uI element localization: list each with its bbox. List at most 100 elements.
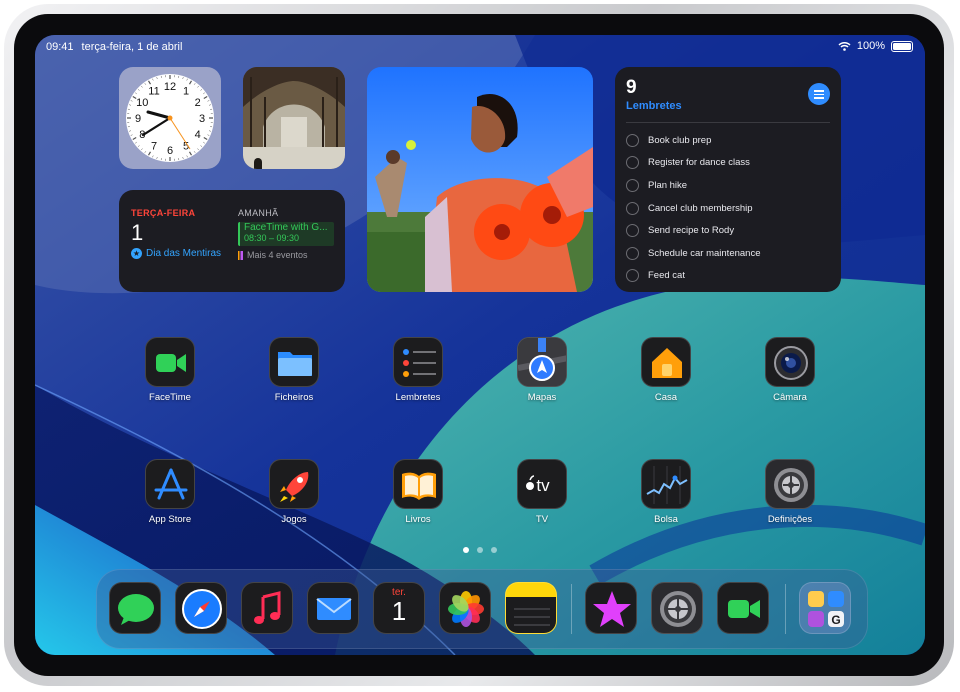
app-tv[interactable]: tv TV: [502, 459, 582, 525]
app-home[interactable]: Casa: [626, 337, 706, 403]
app-library-icon: G: [808, 591, 844, 627]
event-time: 08:30 – 09:30: [244, 233, 300, 243]
dock-settings[interactable]: [651, 582, 703, 634]
camera-icon: [765, 337, 815, 387]
app-stocks[interactable]: Bolsa: [626, 459, 706, 525]
app-label: App Store: [148, 514, 192, 525]
calendar-tomorrow-label: AMANHÃ: [238, 208, 279, 218]
list-icon[interactable]: [808, 83, 830, 105]
video-camera-icon: [728, 600, 760, 618]
photo-widget-large[interactable]: [367, 67, 593, 292]
svg-text:G: G: [831, 613, 840, 627]
reminder-item[interactable]: Plan hike: [626, 174, 761, 197]
book-icon: [393, 459, 443, 509]
page-dot[interactable]: [463, 547, 469, 553]
facetime-icon: [145, 337, 195, 387]
reminders-count: 9: [626, 77, 637, 98]
wifi-icon: [838, 42, 851, 51]
messages-icon: [118, 594, 154, 625]
checkbox-icon[interactable]: [626, 246, 639, 260]
app-reminders[interactable]: Lembretes: [378, 337, 458, 403]
notes-icon: [506, 597, 556, 633]
battery-icon: [891, 40, 913, 52]
reminder-label: Plan hike: [648, 179, 688, 191]
page-indicator[interactable]: [463, 547, 497, 553]
dock-facetime[interactable]: [717, 582, 769, 634]
folder-icon: [269, 337, 319, 387]
reminder-item[interactable]: Register for dance class: [626, 152, 761, 175]
app-label: Casa: [654, 392, 678, 403]
app-maps[interactable]: Mapas: [502, 337, 582, 403]
dock: ter. 1 G: [96, 569, 868, 649]
dock-safari[interactable]: [175, 582, 227, 634]
clock-numeral: 9: [135, 113, 141, 125]
dock-separator: [571, 584, 572, 634]
app-label: Lembretes: [395, 392, 441, 403]
calendar-widget[interactable]: TERÇA-FEIRA 1 ★ Dia das Mentiras AMANHÃ …: [119, 190, 345, 292]
dock-photos[interactable]: [439, 582, 491, 634]
checkbox-icon[interactable]: [626, 178, 639, 192]
calendar-event[interactable]: FaceTime with G... 08:30 – 09:30: [238, 222, 334, 246]
reminders-widget[interactable]: 9 Lembretes Book club prep Register for …: [615, 67, 841, 292]
reminder-item[interactable]: Feed cat: [626, 265, 761, 288]
calendar-more-events: Mais 4 eventos: [238, 250, 308, 260]
calendar-today-number: 1: [131, 220, 144, 245]
stocks-icon: [641, 459, 691, 509]
dock-music[interactable]: [241, 582, 293, 634]
status-time: 09:41: [46, 41, 74, 53]
home-screen: 09:41 terça-feira, 1 de abril 100% 12 1 2 3…: [35, 35, 925, 655]
app-books[interactable]: Livros: [378, 459, 458, 525]
envelope-icon: [316, 598, 352, 620]
checkbox-icon[interactable]: [626, 269, 639, 283]
checkbox-icon[interactable]: [626, 133, 639, 147]
reminders-list: Book club prep Register for dance class …: [626, 129, 761, 287]
app-facetime[interactable]: FaceTime: [130, 337, 210, 403]
appstore-icon: [145, 459, 195, 509]
dock-calendar[interactable]: ter. 1: [373, 582, 425, 634]
event-color-bars-icon: [238, 250, 243, 260]
dock-messages[interactable]: [109, 582, 161, 634]
dock-separator: [785, 584, 786, 634]
app-label: Bolsa: [654, 514, 678, 525]
checkbox-icon[interactable]: [626, 156, 639, 170]
reminder-item[interactable]: Schedule car maintenance: [626, 242, 761, 265]
dock-mail[interactable]: [307, 582, 359, 634]
reminder-label: Book club prep: [648, 134, 712, 146]
dock-itunes-store[interactable]: [585, 582, 637, 634]
clock-numeral: 12: [164, 81, 176, 93]
maps-icon: [517, 337, 567, 387]
app-files[interactable]: Ficheiros: [254, 337, 334, 403]
app-label: Ficheiros: [274, 392, 314, 403]
reminder-item[interactable]: Send recipe to Rody: [626, 219, 761, 242]
reminder-item[interactable]: Book club prep: [626, 129, 761, 152]
dock-notes[interactable]: [505, 582, 557, 634]
compass-icon: [182, 589, 222, 629]
clock-widget[interactable]: 121234567891011: [119, 67, 221, 169]
reminders-title: Lembretes: [626, 100, 682, 112]
page-dot[interactable]: [491, 547, 497, 553]
dock-app-library[interactable]: G: [799, 582, 851, 634]
photo-widget-small[interactable]: [243, 67, 345, 169]
page-dot[interactable]: [477, 547, 483, 553]
app-label: Definições: [767, 514, 813, 525]
clock-numeral: 7: [151, 141, 157, 153]
checkbox-icon[interactable]: [626, 224, 639, 238]
app-camera[interactable]: Câmara: [750, 337, 830, 403]
app-settings[interactable]: Definições: [750, 459, 830, 525]
clock-numeral: 10: [136, 97, 148, 109]
checkbox-icon[interactable]: [626, 201, 639, 215]
app-label: Jogos: [281, 514, 307, 525]
reminder-item[interactable]: Cancel club membership: [626, 197, 761, 220]
reminders-icon: [393, 337, 443, 387]
star-icon: ★: [131, 248, 142, 259]
reminder-label: Feed cat: [648, 270, 685, 282]
reminder-label: Cancel club membership: [648, 202, 753, 214]
calendar-today-label: TERÇA-FEIRA: [131, 208, 196, 218]
app-games[interactable]: Jogos: [254, 459, 334, 525]
music-note-icon: [254, 591, 281, 624]
clock-face: 121234567891011: [126, 74, 214, 162]
battery-percent: 100%: [856, 40, 885, 52]
reminder-label: Register for dance class: [648, 157, 750, 169]
app-appstore[interactable]: App Store: [130, 459, 210, 525]
app-label: TV: [535, 514, 549, 525]
